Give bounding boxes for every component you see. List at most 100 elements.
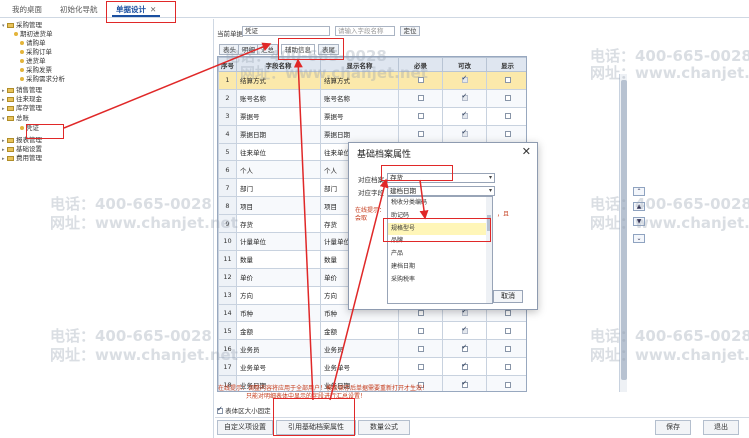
editable-cell: [442, 88, 487, 108]
field-search-input[interactable]: 请输入字段名称: [335, 26, 395, 36]
required-checkbox[interactable]: [417, 95, 424, 102]
tree-label: 请购单: [26, 39, 46, 47]
module-tree: ▾ 采购管理 期初进货单 请购单 采购订单 进货单 采购发票 采购需求分析 ▸ 销售管理 ▸ 往来现金…: [0, 19, 214, 438]
required-checkbox[interactable]: [417, 113, 424, 120]
col-header-no: 序号: [218, 57, 237, 72]
display-name-cell[interactable]: 账号名称: [320, 88, 399, 108]
tab-init-guide[interactable]: 初始化导航: [56, 3, 102, 17]
field-name-cell: 单价: [236, 267, 321, 287]
tab-detail[interactable]: 明细: [238, 44, 259, 55]
option-item[interactable]: 采购税率: [388, 274, 492, 287]
save-button[interactable]: 保存: [655, 420, 691, 435]
table-row[interactable]: 17 业务单号 业务单号: [218, 357, 526, 377]
field-select[interactable]: 建档日期 ▾: [387, 186, 495, 196]
tree-folder[interactable]: ▸ 销售管理: [2, 86, 42, 95]
current-doc-field[interactable]: 凭证: [242, 26, 330, 36]
visible-checkbox[interactable]: [504, 113, 511, 120]
tree-folder[interactable]: ▾ 总账: [2, 114, 29, 123]
editable-cell: [442, 357, 487, 377]
editable-checkbox[interactable]: [461, 92, 468, 102]
tree-leaf[interactable]: 进货单: [20, 57, 46, 66]
fix-size-checkbox[interactable]: [217, 405, 223, 414]
field-name-cell: 计量单位: [236, 232, 321, 251]
options-scrollbar[interactable]: [486, 197, 492, 303]
visible-cell: [486, 339, 526, 359]
visible-checkbox[interactable]: [504, 345, 511, 352]
custom-items-button[interactable]: 自定义项设置: [217, 420, 273, 435]
tree-folder[interactable]: ▸ 库存管理: [2, 104, 42, 113]
tree-leaf[interactable]: 期初进货单: [14, 30, 53, 39]
display-name-cell[interactable]: 结算方式: [320, 71, 399, 90]
required-checkbox[interactable]: [417, 310, 424, 317]
editable-cell: [442, 339, 487, 359]
editable-checkbox[interactable]: [461, 74, 468, 84]
table-row[interactable]: 16 业务员 业务员: [218, 339, 526, 359]
qty-formula-button[interactable]: 数量公式: [358, 420, 410, 435]
tab-header[interactable]: 表头: [219, 44, 240, 55]
visible-checkbox[interactable]: [504, 77, 511, 84]
tree-folder[interactable]: ▸ 往来现金: [2, 95, 42, 104]
table-row[interactable]: 2 账号名称 账号名称: [218, 88, 526, 108]
tree-leaf[interactable]: 采购订单: [20, 48, 52, 57]
editable-checkbox[interactable]: [461, 307, 468, 317]
visible-checkbox[interactable]: [504, 381, 511, 388]
editable-checkbox[interactable]: [461, 343, 468, 352]
folder-icon: [7, 87, 14, 93]
tree-leaf[interactable]: 采购发票: [20, 66, 52, 75]
row-number: 15: [218, 321, 237, 341]
close-icon[interactable]: ✕: [522, 145, 531, 158]
table-row[interactable]: 4 票据日期 票据日期: [218, 124, 526, 144]
col-header-required: 必录: [398, 57, 443, 72]
required-checkbox[interactable]: [417, 131, 424, 138]
move-up-button[interactable]: ▲: [633, 202, 645, 211]
row-number: 13: [218, 285, 237, 305]
tree-folder[interactable]: ▾ 采购管理: [2, 21, 42, 30]
tree-folder[interactable]: ▸ 费用管理: [2, 154, 42, 163]
display-name-cell[interactable]: 业务单号: [320, 357, 399, 377]
doc-icon: [20, 126, 24, 130]
visible-checkbox[interactable]: [504, 131, 511, 138]
move-down-button[interactable]: ▼: [633, 217, 645, 226]
annotation-box-option: [383, 218, 491, 242]
scroll-thumb[interactable]: [621, 80, 627, 380]
option-item[interactable]: 税收分类编码: [388, 197, 492, 210]
display-name-cell[interactable]: 票据日期: [320, 124, 399, 144]
editable-checkbox[interactable]: [461, 361, 468, 370]
table-row[interactable]: 1 结算方式 结算方式: [218, 71, 526, 90]
fix-size-label: 表体区大小固定: [225, 407, 271, 415]
table-row[interactable]: 3 票据号 票据号: [218, 106, 526, 126]
locate-button[interactable]: 定位: [400, 26, 420, 36]
required-checkbox[interactable]: [417, 345, 424, 352]
tab-summary[interactable]: 汇总: [257, 44, 278, 55]
tree-leaf[interactable]: 请购单: [20, 39, 46, 48]
required-checkbox[interactable]: [417, 363, 424, 370]
visible-checkbox[interactable]: [504, 327, 511, 334]
option-item[interactable]: 建档日期: [388, 261, 492, 274]
option-item[interactable]: 产品: [388, 248, 492, 261]
editable-checkbox[interactable]: [461, 325, 468, 334]
field-name-cell: 业务员: [236, 339, 321, 359]
required-checkbox[interactable]: [417, 327, 424, 334]
display-name-cell[interactable]: 金额: [320, 321, 399, 341]
visible-checkbox[interactable]: [504, 95, 511, 102]
fix-size-row: 表体区大小固定: [217, 405, 271, 415]
visible-checkbox[interactable]: [504, 363, 511, 370]
exit-button[interactable]: 退出: [703, 420, 739, 435]
table-row[interactable]: 15 金额 金额: [218, 321, 526, 341]
cancel-button[interactable]: 取消: [493, 290, 523, 303]
visible-checkbox[interactable]: [504, 310, 511, 317]
move-bottom-button[interactable]: ⌄: [633, 234, 645, 243]
move-top-button[interactable]: ⌃: [633, 187, 645, 196]
online-tip: 在线提示：调整内容将应用于全部用户！模板保存后单据需要重新打开才生效！ 只能对明细…: [218, 385, 498, 401]
editable-cell: [442, 71, 487, 90]
tree-folder[interactable]: ▸ 基础设置: [2, 145, 42, 154]
tree-leaf[interactable]: 采购需求分析: [20, 75, 65, 84]
display-name-cell[interactable]: 业务员: [320, 339, 399, 359]
tab-my-desktop[interactable]: 我的桌面: [8, 3, 46, 17]
required-checkbox[interactable]: [417, 77, 424, 84]
grid-scrollbar[interactable]: [619, 74, 627, 392]
display-name-cell[interactable]: 票据号: [320, 106, 399, 126]
field-name-cell: 业务单号: [236, 357, 321, 377]
editable-checkbox[interactable]: [461, 128, 468, 138]
editable-checkbox[interactable]: [461, 110, 468, 120]
